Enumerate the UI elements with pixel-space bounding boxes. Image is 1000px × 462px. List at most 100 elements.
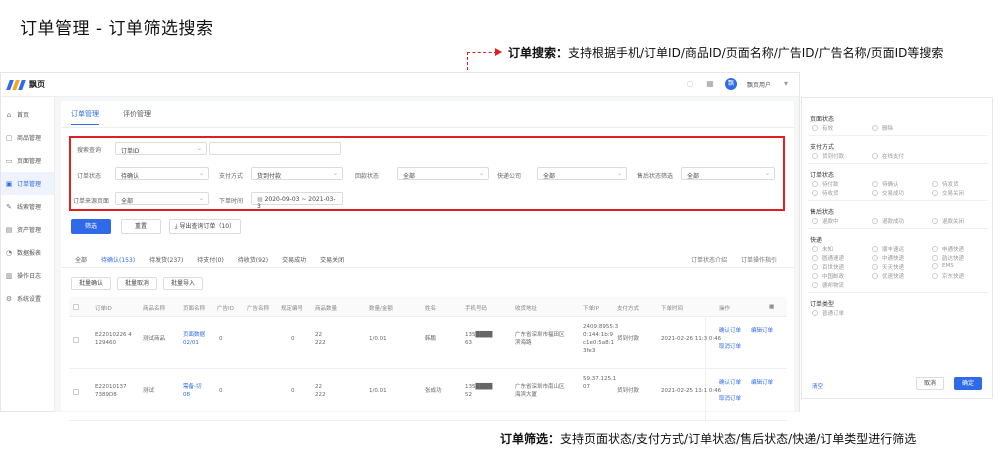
panel-pay_method-option[interactable]: 在线支付 <box>872 152 904 160</box>
table-row: E22010226 4 129460 测试商品 页面数据 02/01 0 0 22 222 1/0… <box>69 317 787 369</box>
page-name-link[interactable]: 需备-切 <box>183 383 202 391</box>
panel-order_type-option[interactable]: 普通订单 <box>812 309 844 317</box>
sidebar-item-settings[interactable]: ⚙ 系统设置 <box>1 287 54 310</box>
cancel-button[interactable]: 取消 <box>916 377 944 390</box>
cancel-order-link[interactable]: 取消订单 <box>719 343 741 351</box>
express-select[interactable]: 全部 ⌄ <box>537 167 627 180</box>
reset-button[interactable]: 重置 <box>121 219 161 234</box>
grid-icon[interactable]: ▦ <box>705 79 715 89</box>
edit-order-link[interactable]: 编辑订单 <box>751 379 773 387</box>
panel-express-option[interactable]: 未知 <box>812 245 833 253</box>
page-name-link[interactable]: 页面数据 <box>183 331 205 339</box>
row-checkbox[interactable] <box>73 337 79 343</box>
bulk-import-button[interactable]: 批量导入 <box>163 277 203 290</box>
panel-express-option[interactable]: 中国邮政 <box>812 272 844 280</box>
panel-aftersale-option[interactable]: 退款成功 <box>872 217 904 225</box>
user-name[interactable]: 飘页用户 <box>747 80 771 89</box>
panel-express-option[interactable]: 圆通速递 <box>812 254 844 262</box>
sidebar-item-lead[interactable]: ✎ 线索管理 <box>1 195 54 218</box>
panel-express-option[interactable]: 中通快递 <box>872 254 904 262</box>
tab-orders[interactable]: 订单管理 <box>71 109 99 125</box>
export-button[interactable]: ⤓ 导出查询订单（10） <box>169 219 241 234</box>
row-checkbox[interactable] <box>73 389 79 395</box>
clear-link[interactable]: 清空 <box>812 382 823 390</box>
option-label: 未知 <box>822 247 834 253</box>
bulk-confirm-button[interactable]: 批量确认 <box>71 277 111 290</box>
radio-icon <box>872 190 878 196</box>
confirm-button[interactable]: 确定 <box>954 377 982 390</box>
page-name-link-cont[interactable]: 08 <box>183 391 190 399</box>
option-label: 中通快递 <box>882 256 905 262</box>
radio-icon <box>812 125 818 131</box>
sidebar-item-order[interactable]: ▣ 订单管理 <box>1 172 54 195</box>
sidebar-item-log[interactable]: ▥ 操作日志 <box>1 264 54 287</box>
avatar[interactable]: 飘 <box>724 78 737 90</box>
sidebar-item-asset[interactable]: ▤ 资产管理 <box>1 218 54 241</box>
panel-express-option[interactable]: 优速快递 <box>872 272 904 280</box>
panel-order_status-option[interactable]: 待发货 <box>932 180 959 188</box>
search-button[interactable]: 筛选 <box>71 219 111 234</box>
logo-icon <box>6 79 26 90</box>
radio-icon <box>872 218 878 224</box>
panel-express-option[interactable]: 申通快递 <box>932 245 964 253</box>
panel-aftersale-option[interactable]: 退款关闭 <box>932 217 964 225</box>
radio-icon <box>932 255 938 261</box>
sidebar-item-report[interactable]: ◔ 数据报表 <box>1 241 54 264</box>
panel-page_status-option[interactable]: 有效 <box>812 124 833 132</box>
edit-order-link[interactable]: 编辑订单 <box>751 327 773 335</box>
confirm-order-link[interactable]: 确认订单 <box>719 327 741 335</box>
col-qty: 商品数量 <box>315 306 338 312</box>
table-header: 订单ID 商品名称 页面名称 广告ID 广告名称 规定编号 商品数量 数量/金额… <box>69 297 787 317</box>
bulk-cancel-button[interactable]: 批量取消 <box>117 277 157 290</box>
panel-express-option[interactable]: 韵达快递 <box>932 254 964 262</box>
select-all-checkbox[interactable] <box>73 304 79 310</box>
panel-express-option[interactable]: EMS <box>932 263 954 269</box>
order-status-intro-link[interactable]: 订单状态介绍 <box>691 255 727 264</box>
chevron-down-icon[interactable]: ▾ <box>781 79 791 89</box>
panel-page_status-option[interactable]: 删除 <box>872 124 893 132</box>
pay-method-select[interactable]: 货到付款 ⌄ <box>251 167 343 180</box>
sidebar-item-home[interactable]: ⌂ 首页 <box>1 103 54 126</box>
order-time-range[interactable]: ▦ 2020-09-03 ~ 2021-03-3 <box>251 192 343 210</box>
panel-express-option[interactable]: 顺丰速运 <box>872 245 904 253</box>
address: 广东省深圳市南山区 <box>515 384 565 390</box>
address-cont: 滨海路 <box>515 340 532 346</box>
order-guide-link[interactable]: 订单操作指引 <box>741 255 777 264</box>
columns-icon[interactable]: ▦ <box>769 304 774 310</box>
search-field-select[interactable]: 订单ID ⌄ <box>115 142 207 155</box>
panel-aftersale-option[interactable]: 退款中 <box>812 217 839 225</box>
pay-status-select[interactable]: 全部 ⌄ <box>397 167 489 180</box>
search-input[interactable] <box>209 142 341 155</box>
content-card: 订单管理 评价管理 搜索查询 订单ID ⌄ 订单状态 待确认 ⌄ 支付方式 货到付款… <box>61 101 794 421</box>
panel-pay_method-option[interactable]: 货到付款 <box>812 152 844 160</box>
phone-cont: 63 <box>465 340 472 346</box>
sidebar-item-page[interactable]: ▭ 页面管理 <box>1 149 54 172</box>
panel-order_status-option[interactable]: 交易成功 <box>872 189 904 197</box>
ip: 0:144:1b:9 <box>583 332 614 338</box>
source-page-select[interactable]: 全部 ⌄ <box>115 192 209 205</box>
report-icon: ◔ <box>5 248 13 257</box>
panel-order_status-option[interactable]: 交易关闭 <box>932 189 964 197</box>
tab-reviews[interactable]: 评价管理 <box>123 109 151 125</box>
panel-order_status-option[interactable]: 待付款 <box>812 180 839 188</box>
radio-icon <box>872 181 878 187</box>
radio-icon <box>932 246 938 252</box>
aftersale-select[interactable]: 全部 ⌄ <box>681 167 775 180</box>
aftersale-label: 售后状态筛选 <box>637 173 674 180</box>
bell-icon[interactable]: ◌ <box>685 79 695 89</box>
panel-express-option[interactable]: 百世快递 <box>812 263 844 271</box>
col-ad-id: 广告ID <box>217 306 234 312</box>
panel-order_status-option[interactable]: 待确认 <box>872 180 899 188</box>
confirm-order-link[interactable]: 确认订单 <box>719 379 741 387</box>
panel-express-option[interactable]: 京东快递 <box>932 272 964 280</box>
source-page-label: 订单来源页面 <box>73 198 110 205</box>
sidebar-item-product[interactable]: ▢ 商品管理 <box>1 126 54 149</box>
order-status-select[interactable]: 待确认 ⌄ <box>115 167 209 180</box>
panel-aftersale-title: 售后状态 <box>810 209 835 216</box>
panel-order_status-option[interactable]: 待收货 <box>812 189 839 197</box>
qty: 22 <box>315 332 322 338</box>
page-name-link-cont[interactable]: 02/01 <box>183 339 199 347</box>
panel-express-option[interactable]: 德邦物流 <box>812 281 844 289</box>
panel-express-option[interactable]: 天天快递 <box>872 263 904 271</box>
cancel-order-link[interactable]: 取消订单 <box>719 395 741 403</box>
